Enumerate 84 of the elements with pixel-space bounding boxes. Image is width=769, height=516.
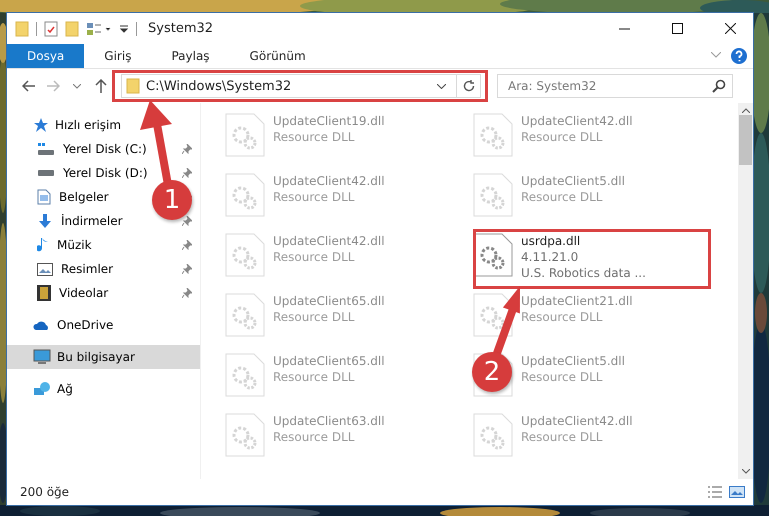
network-icon — [33, 381, 51, 397]
file-icon — [473, 113, 513, 157]
file-detail: 4.11.21.0 — [521, 249, 580, 265]
ribbon-tab[interactable]: Görünüm — [230, 44, 326, 68]
file-detail: Resource DLL — [521, 309, 604, 325]
forward-arrow-icon — [46, 80, 60, 92]
sidebar-item[interactable]: Müzik — [7, 233, 200, 257]
file-detail: U.S. Robotics data ... — [521, 265, 646, 281]
pictures-icon — [37, 262, 53, 276]
search-field[interactable]: Ara: System32 — [497, 74, 733, 98]
music-note-icon — [37, 237, 49, 253]
chevron-down-icon — [73, 84, 81, 88]
scroll-down-icon[interactable] — [742, 469, 750, 474]
file-detail: Resource DLL — [273, 249, 356, 265]
ribbon-tab[interactable]: Paylaş — [151, 44, 230, 68]
file-name: UpdateClient42.dll — [273, 233, 385, 249]
ribbon-tab[interactable]: Giriş — [84, 44, 152, 68]
file-name: UpdateClient65.dll — [273, 293, 385, 309]
expand-ribbon-icon[interactable] — [711, 52, 721, 58]
ribbon-tab[interactable]: Dosya — [7, 44, 84, 68]
properties-icon[interactable] — [44, 20, 58, 36]
folder-icon — [126, 78, 140, 94]
details-view-icon[interactable] — [707, 486, 723, 498]
computer-icon — [33, 349, 51, 365]
sidebar-item[interactable]: Yerel Disk (C:) — [7, 137, 200, 161]
file-detail: Resource DLL — [521, 129, 604, 145]
file-detail: Resource DLL — [273, 369, 356, 385]
star-icon — [33, 117, 49, 133]
film-icon — [37, 285, 51, 301]
file-icon — [473, 293, 513, 337]
address-field[interactable]: C:\Windows\System32 — [121, 74, 481, 98]
file-detail: Resource DLL — [273, 429, 356, 445]
refresh-icon — [462, 79, 476, 93]
sidebar-item[interactable]: Videolar — [7, 281, 200, 305]
search-icon — [712, 79, 726, 93]
file-name: UpdateClient63.dll — [273, 413, 385, 429]
customize-toolbar-icon[interactable] — [119, 24, 129, 34]
up-arrow-icon — [95, 79, 107, 93]
maximize-icon — [672, 23, 682, 34]
file-detail: Resource DLL — [521, 429, 604, 445]
sidebar-item[interactable]: OneDrive — [7, 313, 200, 337]
scroll-up-icon[interactable] — [742, 108, 750, 113]
file-icon — [473, 173, 513, 217]
drive-icon — [37, 169, 55, 177]
file-icon — [473, 413, 513, 457]
sidebar-item[interactable]: Bu bilgisayar — [7, 345, 200, 369]
file-name: UpdateClient42.dll — [521, 413, 633, 429]
help-icon[interactable] — [731, 48, 747, 64]
file-detail: Resource DLL — [273, 189, 356, 205]
sidebar-item[interactable]: Ağ — [7, 377, 200, 401]
back-arrow-icon — [22, 80, 36, 92]
file-name: UpdateClient5.dll — [521, 173, 625, 189]
scrollbar-thumb[interactable] — [739, 115, 752, 165]
item-count: 200 öğe — [20, 485, 70, 499]
file-icon — [225, 173, 265, 217]
file-detail: Resource DLL — [521, 369, 604, 385]
file-name: UpdateClient42.dll — [273, 173, 385, 189]
file-detail: Resource DLL — [273, 309, 356, 325]
cloud-icon — [33, 320, 51, 330]
file-icon — [225, 293, 265, 337]
file-name: UpdateClient19.dll — [273, 113, 385, 129]
file-name: usrdpa.dll — [521, 233, 582, 249]
close-icon — [724, 23, 736, 34]
file-icon — [225, 233, 265, 277]
download-arrow-icon — [37, 213, 53, 229]
large-icons-view-icon[interactable] — [729, 486, 745, 498]
file-icon — [225, 113, 265, 157]
file-name: UpdateClient65.dll — [273, 353, 385, 369]
file-detail: Resource DLL — [273, 129, 356, 145]
sidebar-item[interactable]: Hızlı erişim — [7, 113, 200, 137]
file-name: UpdateClient21.dll — [521, 293, 633, 309]
view-menu-icon[interactable] — [86, 22, 112, 36]
file-icon — [225, 413, 265, 457]
file-detail: Resource DLL — [521, 189, 604, 205]
sidebar-item[interactable]: Resimler — [7, 257, 200, 281]
gear-file-icon — [473, 233, 513, 277]
drive-icon — [37, 142, 55, 156]
file-name: UpdateClient5.dll — [521, 353, 625, 369]
window-title: System32 — [148, 21, 214, 36]
file-icon — [225, 353, 265, 397]
scrollbar[interactable] — [738, 103, 753, 479]
document-icon — [37, 189, 51, 205]
file-name: UpdateClient42.dll — [521, 113, 633, 129]
dropdown-caret-icon[interactable] — [437, 84, 446, 88]
